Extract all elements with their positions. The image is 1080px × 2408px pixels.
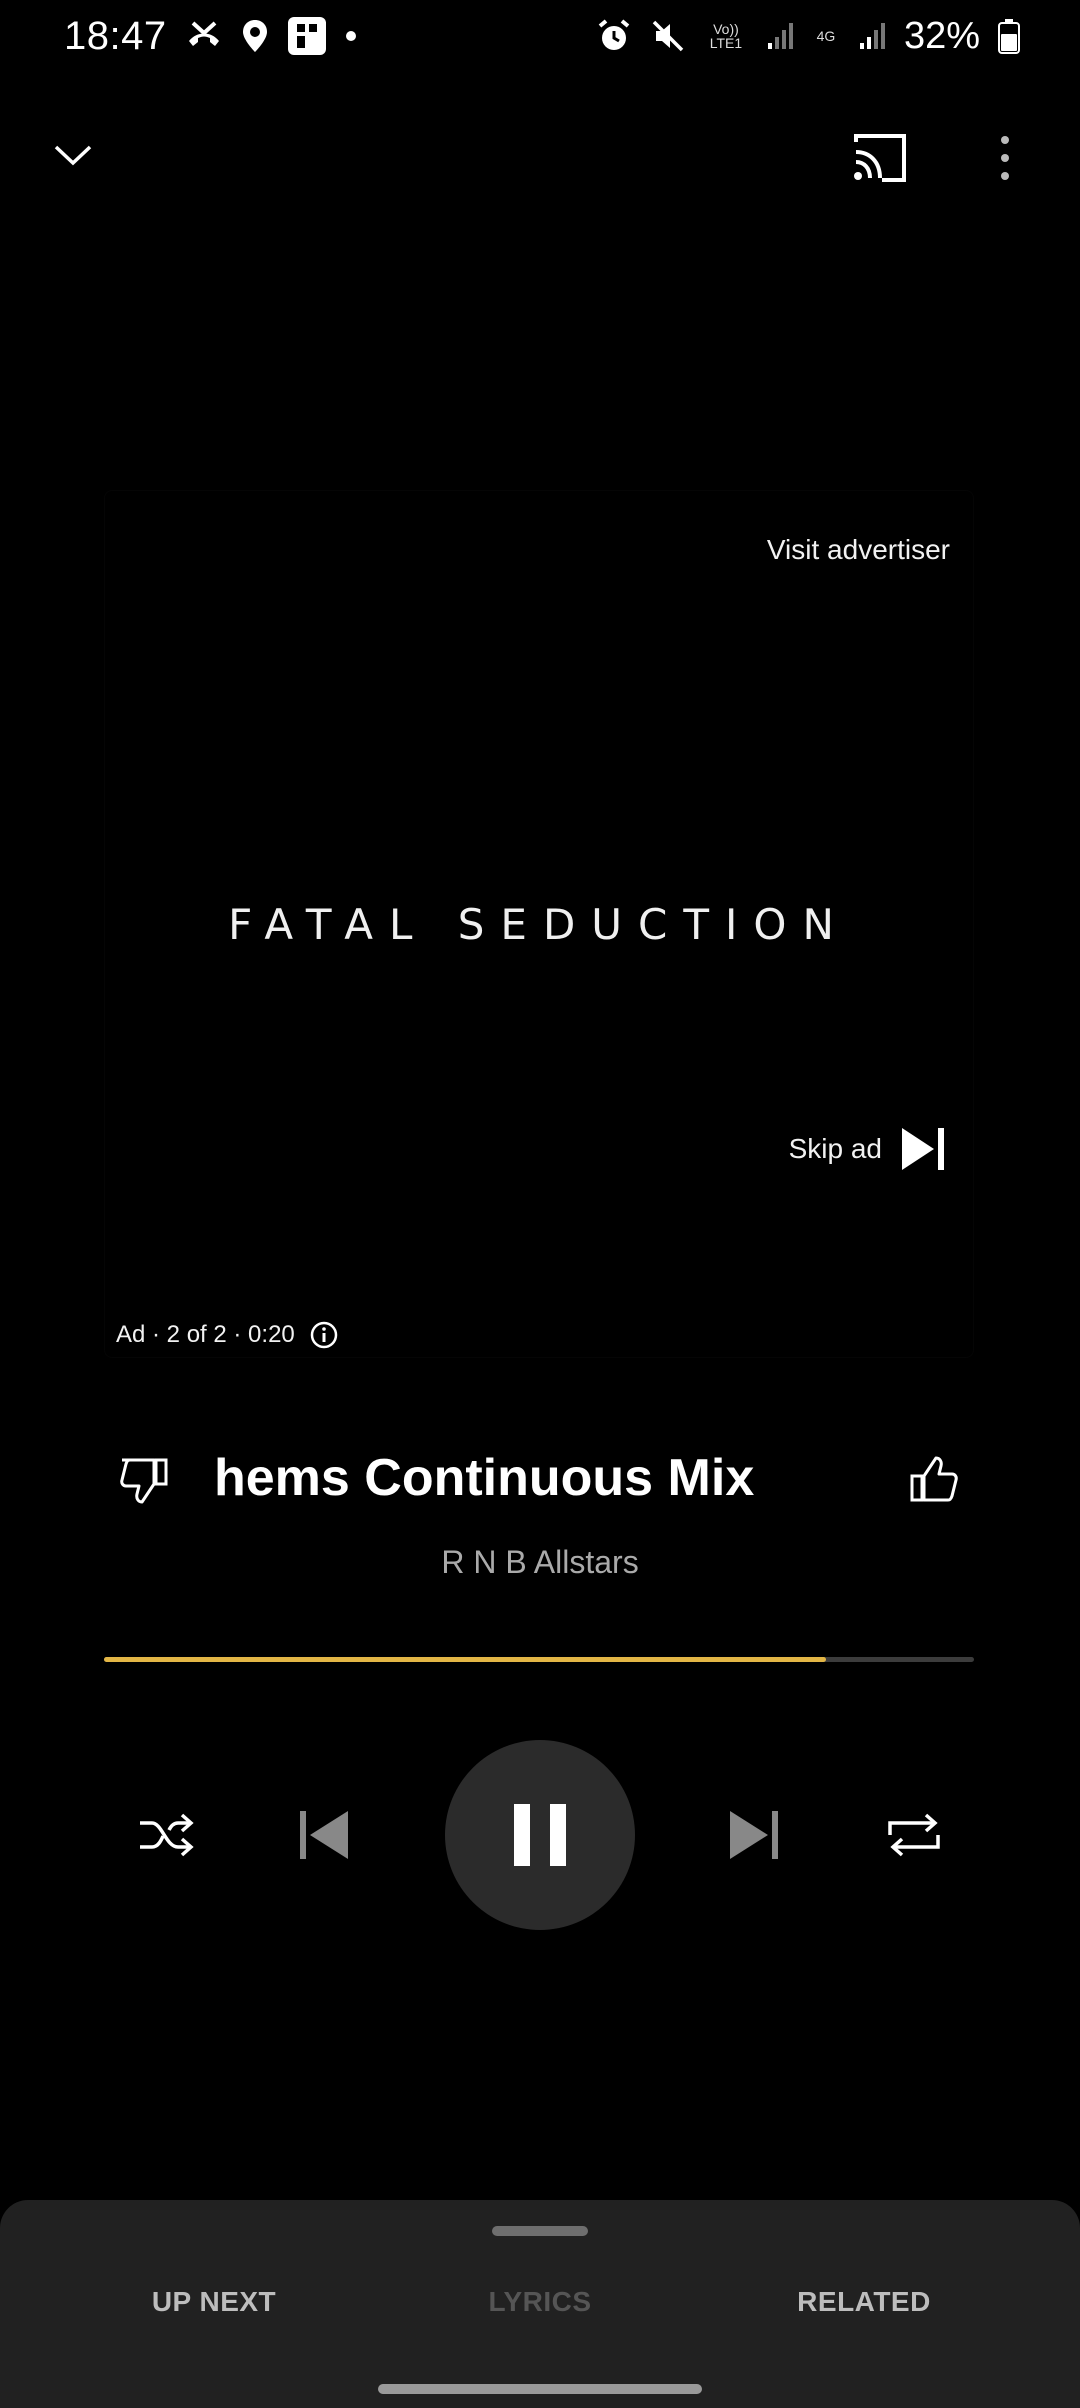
skip-next-icon bbox=[730, 1811, 778, 1859]
signal-icon-1 bbox=[766, 21, 794, 51]
player-top-bar bbox=[0, 110, 1080, 200]
volte-icon: Vo)) LTE1 bbox=[704, 22, 748, 50]
progress-fill bbox=[104, 1657, 827, 1662]
cast-icon bbox=[854, 134, 906, 182]
tab-related[interactable]: RELATED bbox=[744, 2286, 984, 2318]
missed-call-icon bbox=[185, 19, 223, 53]
skip-next-icon bbox=[902, 1128, 944, 1170]
repeat-button[interactable] bbox=[876, 1800, 952, 1870]
notification-dot-icon bbox=[345, 30, 357, 42]
thumbs-up-icon bbox=[910, 1456, 958, 1502]
dislike-button[interactable] bbox=[118, 1454, 170, 1506]
app-notification-icon bbox=[287, 16, 327, 56]
status-right: Vo)) LTE1 4G 32% bbox=[596, 15, 1020, 58]
battery-percent: 32% bbox=[903, 14, 980, 57]
ad-info: Ad · 2 of 2 · 0:20 bbox=[116, 1320, 339, 1350]
more-vertical-icon bbox=[1001, 136, 1009, 180]
status-left: 18:47 bbox=[64, 14, 357, 59]
progress-bar[interactable] bbox=[104, 1657, 974, 1662]
volte-label: Vo)) LTE1 bbox=[709, 21, 743, 51]
ad-title: FATAL SEDUCTION bbox=[228, 900, 850, 949]
pause-button[interactable] bbox=[445, 1740, 635, 1930]
song-title: hems Continuous Mix bbox=[214, 1449, 755, 1507]
alarm-icon bbox=[596, 18, 632, 54]
artist-name[interactable]: R N B Allstars bbox=[0, 1544, 1080, 1581]
mute-icon bbox=[650, 18, 686, 54]
shuffle-button[interactable] bbox=[128, 1800, 204, 1870]
more-options-button[interactable] bbox=[990, 128, 1020, 188]
next-button[interactable] bbox=[722, 1800, 786, 1870]
battery-icon bbox=[998, 18, 1020, 54]
previous-button[interactable] bbox=[292, 1800, 356, 1870]
status-time: 18:47 bbox=[64, 13, 167, 58]
location-icon bbox=[241, 18, 269, 54]
ad-info-text: Ad · 2 of 2 · 0:20 bbox=[116, 1321, 295, 1348]
shuffle-icon bbox=[140, 1813, 194, 1857]
thumbs-down-icon bbox=[120, 1458, 168, 1504]
chevron-down-icon bbox=[54, 145, 92, 166]
sheet-drag-handle[interactable] bbox=[492, 2226, 588, 2236]
cast-button[interactable] bbox=[850, 128, 910, 188]
visit-advertiser-button[interactable]: Visit advertiser bbox=[767, 534, 950, 566]
skip-previous-icon bbox=[300, 1811, 348, 1859]
repeat-icon bbox=[888, 1813, 940, 1857]
info-icon[interactable] bbox=[309, 1320, 339, 1350]
song-info-row: hems Continuous Mix bbox=[104, 1440, 974, 1520]
network-type-icon: 4G bbox=[812, 29, 840, 43]
bottom-sheet[interactable]: UP NEXT LYRICS RELATED bbox=[0, 2200, 1080, 2408]
skip-ad-label: Skip ad bbox=[788, 1133, 882, 1164]
network-type-label: 4G bbox=[816, 28, 836, 44]
skip-ad-button[interactable]: Skip ad bbox=[789, 1126, 946, 1172]
collapse-player-button[interactable] bbox=[48, 130, 98, 180]
tab-lyrics[interactable]: LYRICS bbox=[420, 2286, 660, 2318]
gesture-nav-bar[interactable] bbox=[378, 2384, 702, 2394]
signal-icon-2 bbox=[858, 21, 886, 51]
like-button[interactable] bbox=[908, 1454, 960, 1506]
tab-up-next[interactable]: UP NEXT bbox=[94, 2286, 334, 2318]
pause-icon bbox=[514, 1804, 566, 1866]
status-bar: 18:47 Vo)) LTE1 4G 32% bbox=[0, 0, 1080, 72]
playback-controls bbox=[0, 1740, 1080, 1930]
ad-video[interactable]: Visit advertiser FATAL SEDUCTION Skip ad… bbox=[104, 490, 974, 1358]
